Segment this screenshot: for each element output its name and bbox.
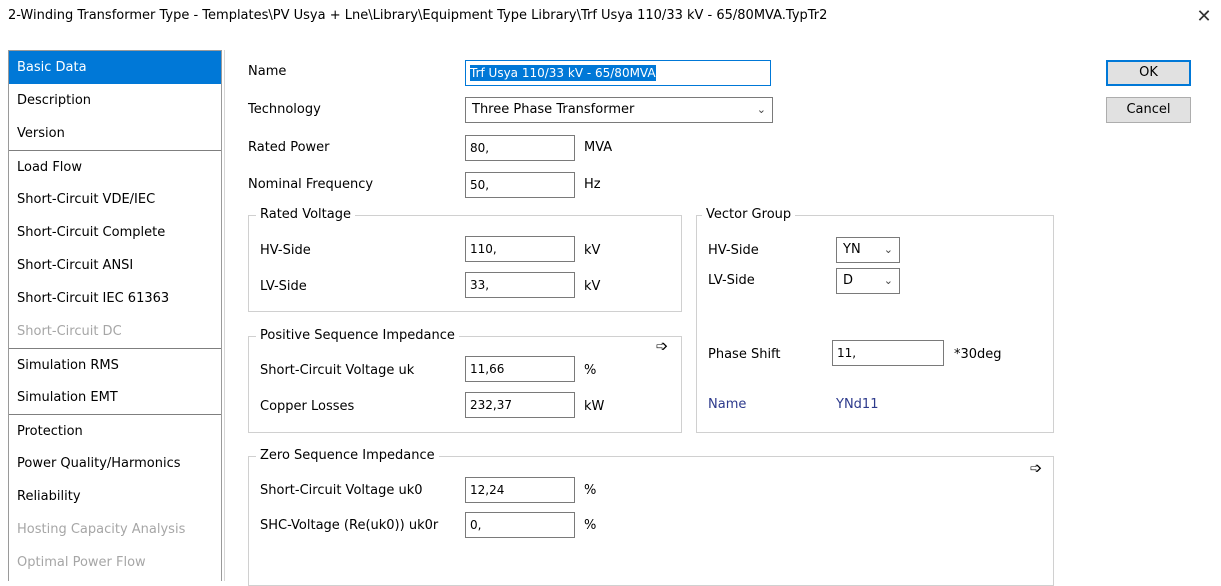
rated-voltage-hv-unit: kV [584, 243, 601, 258]
name-label: Name [248, 64, 287, 79]
technology-value: Three Phase Transformer [472, 102, 635, 117]
vector-hv-value: YN [843, 242, 861, 257]
chevron-down-icon: ⌄ [883, 243, 893, 256]
sidebar-item-simulation-rms[interactable]: Simulation RMS [9, 348, 221, 381]
sidebar-item-description[interactable]: Description [9, 84, 221, 117]
vector-hv-select[interactable]: YN ⌄ [836, 237, 900, 263]
sidebar-item-short-circuit-vde-iec[interactable]: Short-Circuit VDE/IEC [9, 183, 221, 216]
sidebar-item-short-circuit-ansi[interactable]: Short-Circuit ANSI [9, 249, 221, 282]
sidebar-item-power-quality[interactable]: Power Quality/Harmonics [9, 447, 221, 480]
vector-hv-label: HV-Side [708, 243, 759, 258]
ok-button[interactable]: OK [1106, 60, 1191, 86]
rated-voltage-lv-unit: kV [584, 279, 601, 294]
sidebar-item-protection[interactable]: Protection [9, 414, 221, 447]
cancel-button[interactable]: Cancel [1106, 97, 1191, 123]
rated-voltage-hv-field[interactable]: 110, [465, 236, 575, 262]
sidebar-item-simulation-emt[interactable]: Simulation EMT [9, 381, 221, 414]
uk0r-label: SHC-Voltage (Re(uk0)) uk0r [260, 518, 439, 533]
phase-shift-label: Phase Shift [708, 347, 781, 362]
sidebar: Basic Data Description Version Load Flow… [8, 50, 222, 581]
rated-voltage-hv-label: HV-Side [260, 243, 311, 258]
vector-lv-label: LV-Side [708, 273, 755, 288]
chevron-down-icon: ⌄ [883, 274, 893, 287]
rated-power-field[interactable]: 80, [465, 135, 575, 161]
vector-group-title: Vector Group [702, 207, 796, 222]
positive-sequence-title: Positive Sequence Impedance [256, 328, 459, 343]
close-icon[interactable]: ✕ [1196, 6, 1212, 27]
zero-sequence-title: Zero Sequence Impedance [256, 448, 439, 463]
zero-sequence-arrow-icon[interactable]: ➩ [1026, 459, 1046, 477]
uk0-field[interactable]: 12,24 [465, 477, 575, 503]
sidebar-item-short-circuit-dc: Short-Circuit DC [17, 324, 122, 339]
uk0r-field[interactable]: 0, [465, 512, 575, 538]
name-field[interactable]: Trf Usya 110/33 kV - 65/80MVA [465, 60, 771, 86]
rated-voltage-title: Rated Voltage [256, 207, 355, 222]
sidebar-item-version[interactable]: Version [9, 117, 221, 150]
sidebar-item-short-circuit-iec-61363[interactable]: Short-Circuit IEC 61363 [9, 282, 221, 315]
copper-losses-unit: kW [584, 399, 605, 414]
frequency-unit: Hz [584, 177, 601, 192]
technology-label: Technology [248, 102, 321, 117]
vector-name-value: YNd11 [836, 397, 879, 412]
sidebar-item-basic-data[interactable]: Basic Data [9, 51, 221, 84]
rated-power-label: Rated Power [248, 140, 330, 155]
uk-unit: % [584, 363, 597, 378]
sidebar-item-short-circuit-complete[interactable]: Short-Circuit Complete [9, 216, 221, 249]
uk-label: Short-Circuit Voltage uk [260, 363, 415, 378]
vector-lv-value: D [843, 273, 854, 288]
positive-sequence-group [248, 336, 682, 433]
uk0-label: Short-Circuit Voltage uk0 [260, 483, 423, 498]
positive-sequence-arrow-icon[interactable]: ➩ [652, 337, 672, 355]
phase-shift-field[interactable]: 11, [832, 340, 944, 366]
name-field-value: Trf Usya 110/33 kV - 65/80MVA [470, 65, 656, 81]
uk0-unit: % [584, 483, 597, 498]
frequency-field[interactable]: 50, [465, 172, 575, 198]
sidebar-item-reliability[interactable]: Reliability [9, 480, 221, 513]
content-divider [224, 50, 225, 581]
rated-voltage-lv-label: LV-Side [260, 279, 307, 294]
uk-field[interactable]: 11,66 [465, 356, 575, 382]
sidebar-item-optimal-power-flow: Optimal Power Flow [17, 555, 146, 570]
vector-name-label: Name [708, 397, 747, 412]
sidebar-item-hosting-capacity: Hosting Capacity Analysis [17, 522, 186, 537]
rated-power-unit: MVA [584, 140, 613, 155]
copper-losses-field[interactable]: 232,37 [465, 392, 575, 418]
technology-select[interactable]: Three Phase Transformer ⌄ [465, 97, 773, 123]
copper-losses-label: Copper Losses [260, 399, 355, 414]
rated-voltage-lv-field[interactable]: 33, [465, 272, 575, 298]
sidebar-item-load-flow[interactable]: Load Flow [9, 150, 221, 183]
vector-lv-select[interactable]: D ⌄ [836, 268, 900, 294]
frequency-label: Nominal Frequency [248, 177, 374, 192]
window-title: 2-Winding Transformer Type - Templates\P… [8, 8, 828, 23]
chevron-down-icon: ⌄ [756, 103, 766, 116]
phase-shift-unit: *30deg [954, 347, 1002, 362]
uk0r-unit: % [584, 518, 597, 533]
